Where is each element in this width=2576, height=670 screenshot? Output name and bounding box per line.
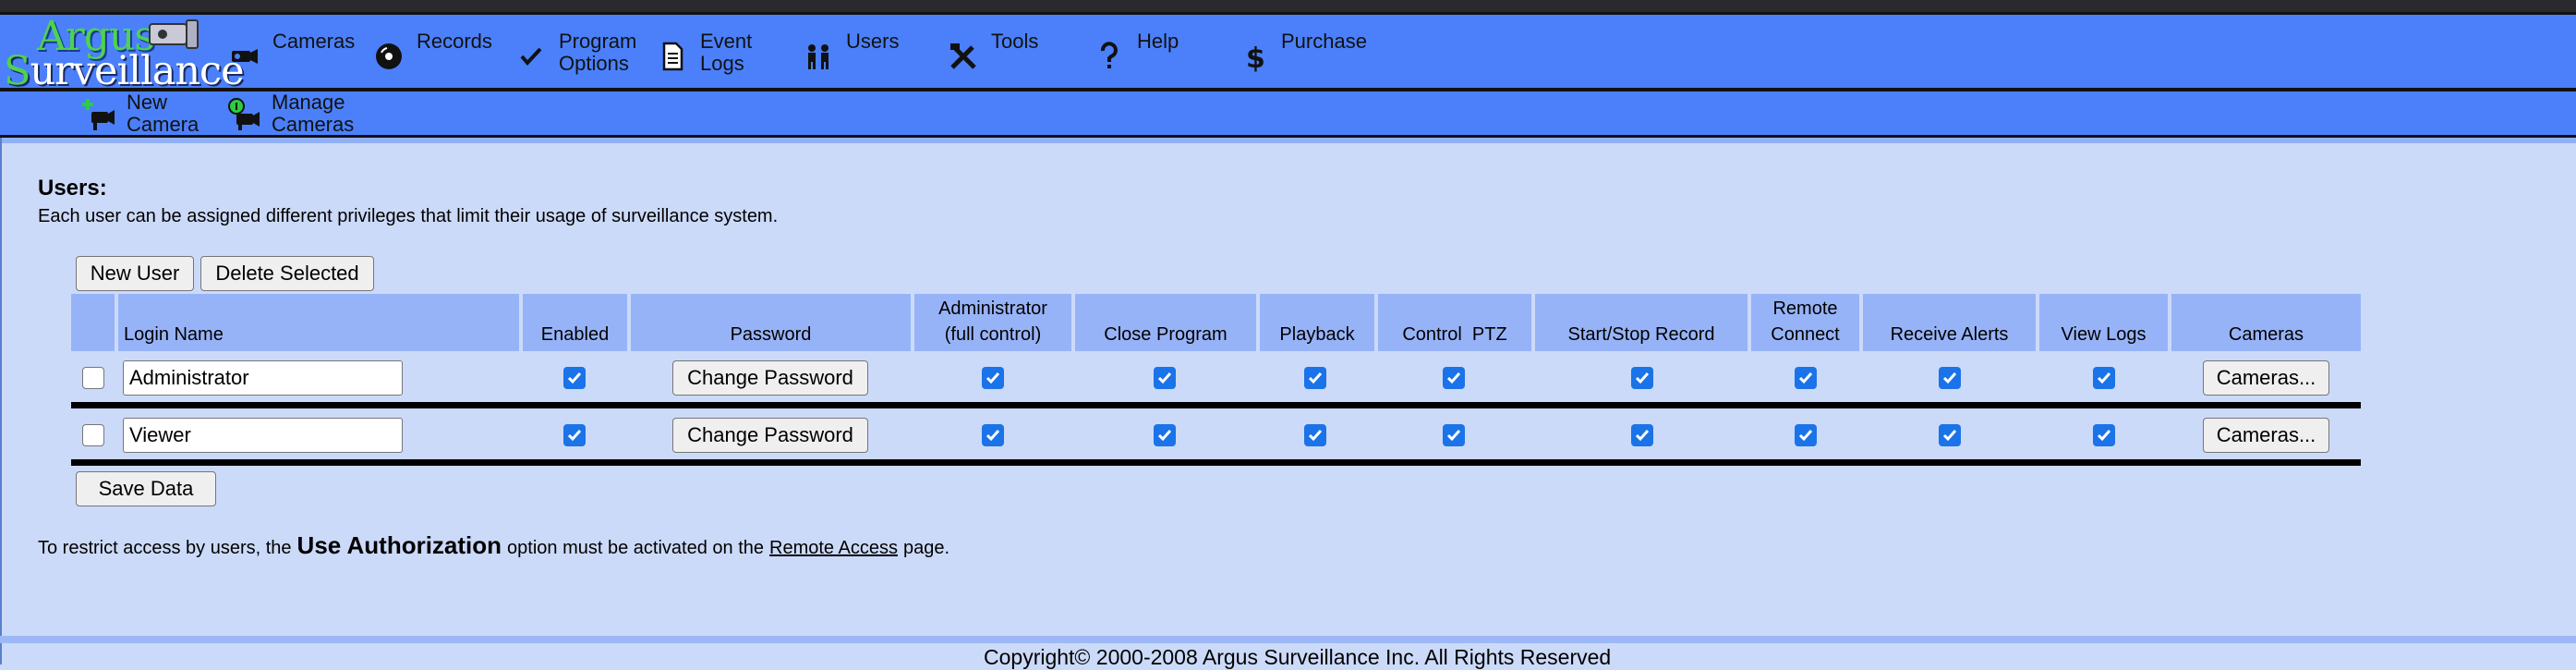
footer-bar: [0, 636, 2576, 643]
header-cameras: Cameras: [2171, 294, 2361, 351]
enabled-checkbox[interactable]: [563, 367, 586, 389]
sub-navbar: [0, 89, 2576, 138]
view-logs-checkbox[interactable]: [2093, 367, 2115, 389]
subnav-shadow: [0, 138, 2576, 143]
nav-cameras-label: Cameras: [272, 30, 356, 53]
document-icon: [662, 42, 683, 71]
start-stop-record-checkbox[interactable]: [1631, 367, 1653, 389]
page-title: Users:: [38, 176, 107, 201]
svg-text:$: $: [1246, 43, 1265, 73]
note-text-3: page.: [902, 538, 950, 558]
cameras-button[interactable]: Cameras...: [2203, 418, 2329, 453]
row-separator: [71, 402, 2361, 408]
nav-records-label: Records: [417, 30, 492, 53]
administrator-checkbox[interactable]: [982, 424, 1004, 446]
argus-logo[interactable]: Argus Surveillance: [4, 13, 245, 94]
header-start-stop-record: Start/Stop Record: [1535, 294, 1748, 351]
remote-access-link[interactable]: Remote Access: [769, 538, 898, 559]
records-disc-icon: [376, 43, 402, 69]
header-login-name: Login Name: [118, 294, 519, 351]
nav-program-options[interactable]: Program Options: [514, 30, 636, 75]
row-separator: [71, 459, 2361, 466]
tools-icon: [950, 43, 976, 69]
header-playback: Playback: [1260, 294, 1374, 351]
playback-checkbox[interactable]: [1304, 367, 1326, 389]
cameras-button[interactable]: Cameras...: [2203, 360, 2329, 396]
row-select-checkbox[interactable]: [82, 367, 104, 389]
enabled-checkbox[interactable]: [563, 424, 586, 446]
header-control-ptz: Control PTZ: [1378, 294, 1531, 351]
left-border: [0, 138, 2, 664]
nav-cameras[interactable]: Cameras: [228, 30, 355, 73]
nav-tools-label: Tools: [991, 30, 1039, 53]
administrator-checkbox[interactable]: [982, 367, 1004, 389]
dollar-icon: $: [1246, 43, 1265, 73]
close-program-checkbox[interactable]: [1154, 424, 1176, 446]
nav-event-logs-label: Event Logs: [700, 30, 753, 75]
page-description: Each user can be assigned different priv…: [38, 206, 779, 226]
header-password: Password: [631, 294, 911, 351]
header-close-program: Close Program: [1075, 294, 1256, 351]
start-stop-record-checkbox[interactable]: [1631, 424, 1653, 446]
header-view-logs: View Logs: [2039, 294, 2168, 351]
checkmark-icon: [520, 47, 542, 66]
nav-program-options-label: Program Options: [559, 30, 637, 75]
camera-icon: [232, 49, 258, 64]
nav-purchase[interactable]: $ Purchase: [1237, 30, 1367, 74]
close-program-checkbox[interactable]: [1154, 367, 1176, 389]
nav-help-label: Help: [1137, 30, 1179, 53]
window-top-strip: [0, 0, 2576, 12]
control-ptz-checkbox[interactable]: [1443, 367, 1465, 389]
use-authorization-emphasis: Use Authorization: [296, 531, 502, 559]
header-administrator: Administrator (full control): [914, 294, 1071, 351]
delete-selected-button[interactable]: Delete Selected: [200, 256, 374, 291]
nav-users-label: Users: [846, 30, 900, 53]
users-icon: [808, 44, 828, 69]
help-question-icon: [1100, 42, 1118, 68]
nav-records[interactable]: Records: [372, 30, 492, 73]
view-logs-checkbox[interactable]: [2093, 424, 2115, 446]
subnav-new-camera-label: New Camera: [127, 91, 200, 136]
receive-alerts-checkbox[interactable]: [1939, 367, 1961, 389]
change-password-button[interactable]: Change Password: [672, 360, 868, 396]
note-text-1: To restrict access by users, the: [38, 538, 292, 558]
nav-event-logs[interactable]: Event Logs: [656, 30, 752, 75]
new-camera-icon: [82, 99, 115, 130]
nav-tools[interactable]: Tools: [947, 30, 1038, 73]
row-select-checkbox[interactable]: [82, 424, 104, 446]
subnav-manage-cameras-label: Manage Cameras: [272, 91, 355, 136]
save-data-button[interactable]: Save Data: [76, 471, 216, 506]
nav-purchase-label: Purchase: [1281, 30, 1367, 53]
control-ptz-checkbox[interactable]: [1443, 424, 1465, 446]
subnav-manage-cameras[interactable]: Manage Cameras: [227, 91, 354, 136]
playback-checkbox[interactable]: [1304, 424, 1326, 446]
login-name-field[interactable]: Viewer: [123, 418, 403, 453]
authorization-note: To restrict access by users, the Use Aut…: [38, 531, 949, 560]
change-password-button[interactable]: Change Password: [672, 418, 868, 453]
remote-connect-checkbox[interactable]: [1795, 424, 1817, 446]
logo-camera-icon: [149, 19, 199, 49]
receive-alerts-checkbox[interactable]: [1939, 424, 1961, 446]
subnav-new-camera[interactable]: New Camera: [82, 91, 199, 136]
nav-users[interactable]: Users: [802, 30, 899, 73]
header-select: [71, 294, 115, 351]
header-enabled: Enabled: [523, 294, 627, 351]
remote-connect-checkbox[interactable]: [1795, 367, 1817, 389]
copyright: Copyright© 2000-2008 Argus Surveillance …: [984, 645, 1612, 669]
login-name-field[interactable]: Administrator: [123, 360, 403, 396]
header-receive-alerts: Receive Alerts: [1863, 294, 2036, 351]
logo-line2: Surveillance: [4, 48, 245, 94]
manage-cameras-icon: [228, 98, 260, 130]
note-text-2: option must be activated on the: [507, 538, 764, 558]
new-user-button[interactable]: New User: [76, 256, 194, 291]
header-remote-connect: Remote Connect: [1751, 294, 1859, 351]
nav-help[interactable]: Help: [1093, 30, 1179, 73]
